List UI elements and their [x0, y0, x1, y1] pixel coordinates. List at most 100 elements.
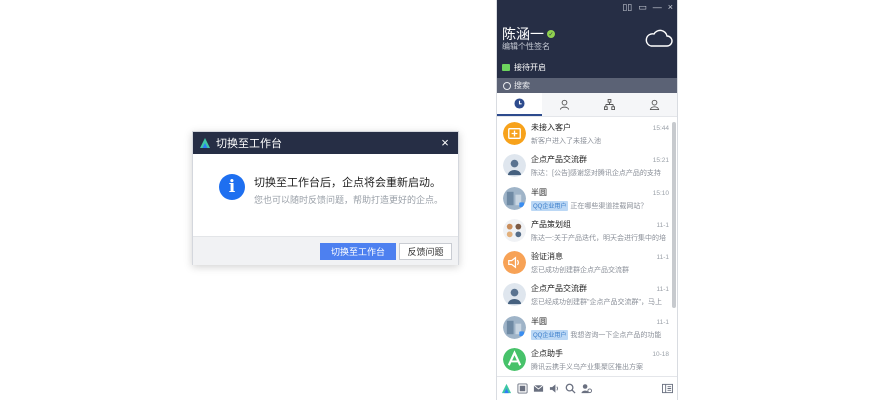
dialog-submessage: 您也可以随时反馈问题，帮助打造更好的企点。 — [254, 195, 444, 205]
conversation-name: 半圆 — [531, 187, 547, 197]
conversation-name: 产品策划组 — [531, 219, 571, 229]
conversation-message: 我想咨询一下企点产品的功能 — [570, 331, 662, 339]
cloud-icon[interactable] — [643, 28, 673, 48]
conversation-name: 企点助手 — [531, 349, 563, 359]
conversation-preview: QQ企业用户 正在哪些渠道挂载网站？ — [531, 200, 669, 211]
enterprise-user-badge: QQ企业用户 — [531, 200, 569, 211]
mail-icon[interactable] — [533, 383, 544, 394]
dialog-titlebar: 切换至工作台 × — [193, 132, 458, 154]
conversation-item[interactable]: 验证消息 11-1 您已成功创建群企点产品交流群 — [497, 246, 673, 278]
clock-icon — [514, 98, 525, 109]
user-photo-avatar-icon — [503, 186, 526, 210]
conversation-item[interactable]: 产品策划组 11-1 陈达一:关于产品迭代，明天会进行集中的培 — [497, 214, 673, 246]
qidian-logo-icon — [200, 138, 210, 148]
user-photo-avatar-icon — [503, 315, 526, 339]
enterprise-user-badge: QQ企业用户 — [531, 329, 569, 340]
conversation-list: 未接入客户 15:44 新客户进入了未接入池 企点产品交流群 15:21 陈达：[公告]感… — [497, 117, 673, 373]
tab-contacts[interactable] — [632, 93, 677, 116]
chat-panel: ▯▯ ▭ — × 陈涵一 ✓ 编辑个性签名 接待开启 搜索 未接入客户 15:4… — [496, 0, 678, 400]
customer-settings-icon[interactable] — [581, 383, 592, 394]
conversation-preview: 您已成功创建群企点产品交流群 — [531, 265, 669, 275]
conversation-message: 陈达：[公告]感谢您对腾讯企点产品的支持 — [531, 170, 661, 178]
conversation-name: 企点产品交流群 — [531, 155, 587, 165]
avatar — [503, 348, 526, 372]
conversation-time: 15:21 — [652, 157, 669, 165]
verification-speaker-icon — [503, 251, 526, 275]
avatar — [503, 218, 526, 242]
conversation-item[interactable]: 企点产品交流群 11-1 您已经成功创建群"企点产品交流群"，马上 — [497, 278, 673, 310]
conversation-item[interactable]: 半圆 11-1 QQ企业用户 我想咨询一下企点产品的功能 — [497, 311, 673, 343]
reception-toggle[interactable]: 接待开启 — [502, 62, 546, 73]
info-icon: i — [219, 174, 245, 200]
bottom-toolbar — [497, 376, 677, 400]
conversation-name: 半圆 — [531, 316, 547, 326]
avatar — [503, 251, 526, 275]
conversation-name: 企点产品交流群 — [531, 284, 587, 294]
conversation-item[interactable]: 未接入客户 15:44 新客户进入了未接入池 — [497, 117, 673, 149]
tab-recent[interactable] — [497, 93, 542, 116]
conversation-message: 您已成功创建群企点产品交流群 — [531, 267, 629, 275]
signature-edit[interactable]: 编辑个性签名 — [502, 41, 550, 52]
close-icon[interactable]: × — [668, 2, 673, 13]
conversation-message: 陈达一:关于产品迭代，明天会进行集中的培 — [531, 234, 666, 242]
conversation-preview: 您已经成功创建群"企点产品交流群"，马上 — [531, 297, 669, 307]
panel-tabs — [497, 93, 677, 117]
app-icon[interactable] — [517, 383, 528, 394]
list-scrollbar[interactable] — [672, 122, 676, 308]
qidian-assistant-icon — [503, 348, 526, 372]
speaker-icon[interactable] — [549, 383, 560, 394]
conversation-name: 验证消息 — [531, 252, 563, 262]
conversation-message: 腾讯云携手义乌产业集聚区推出方案 — [531, 364, 643, 372]
conversation-time: 15:44 — [652, 125, 669, 132]
search-icon — [503, 81, 511, 90]
conversation-item[interactable]: 半圆 15:10 QQ企业用户 正在哪些渠道挂载网站？ — [497, 182, 673, 214]
conversation-time: 11-1 — [656, 286, 669, 294]
conversation-preview: 陈达一:关于产品迭代，明天会进行集中的培 — [531, 233, 669, 243]
dialog-message: 切换至工作台后，企点将会重新启动。 — [254, 177, 441, 189]
conversation-preview: 陈达：[公告]感谢您对腾讯企点产品的支持 — [531, 168, 669, 178]
contact-icon — [649, 99, 660, 110]
conversation-time: 11-1 — [656, 221, 669, 229]
switch-workbench-dialog: 切换至工作台 × i 切换至工作台后，企点将会重新启动。 您也可以随时反馈问题，… — [192, 131, 459, 265]
customer-icon — [559, 99, 570, 110]
tab-customers[interactable] — [542, 93, 587, 116]
conversation-time: 11-1 — [656, 318, 669, 326]
search-icon[interactable] — [565, 383, 576, 394]
panel-toggle-icon[interactable] — [662, 383, 673, 394]
reception-label: 接待开启 — [514, 63, 546, 72]
search-input[interactable]: 搜索 — [497, 78, 677, 93]
conversation-time: 15:10 — [652, 189, 669, 197]
conversation-name: 未接入客户 — [531, 123, 571, 132]
book-icon[interactable]: ▯▯ — [622, 2, 632, 13]
qidian-logo-icon[interactable] — [501, 383, 512, 394]
dialog-close-icon[interactable]: × — [438, 136, 452, 150]
avatar — [503, 186, 526, 210]
user-avatar-icon — [503, 154, 526, 178]
panel-header: ▯▯ ▭ — × 陈涵一 ✓ 编辑个性签名 接待开启 — [497, 0, 677, 78]
group-avatar-icon — [503, 218, 526, 242]
avatar — [503, 315, 526, 339]
conversation-message: 您已经成功创建群"企点产品交流群"，马上 — [531, 299, 662, 307]
tab-organization[interactable] — [587, 93, 632, 116]
conversation-preview: 新客户进入了未接入池 — [531, 136, 669, 146]
dialog-footer: 切换至工作台 反馈问题 — [193, 236, 458, 265]
conversation-item[interactable]: 企点助手 10-18 腾讯云携手义乌产业集聚区推出方案 — [497, 343, 673, 373]
dialog-title: 切换至工作台 — [216, 138, 282, 150]
avatar — [503, 283, 526, 307]
avatar — [503, 154, 526, 178]
customer-inbox-icon — [503, 122, 526, 145]
avatar — [503, 122, 526, 145]
switch-workbench-button[interactable]: 切换至工作台 — [320, 242, 396, 260]
conversation-preview: QQ企业用户 我想咨询一下企点产品的功能 — [531, 329, 669, 340]
online-status-icon[interactable]: ✓ — [547, 30, 555, 38]
conversation-item[interactable]: 企点产品交流群 15:21 陈达：[公告]感谢您对腾讯企点产品的支持 — [497, 149, 673, 181]
window-controls: ▯▯ ▭ — × — [622, 2, 673, 13]
reception-icon — [502, 64, 510, 71]
conversation-message: 正在哪些渠道挂载网站？ — [570, 202, 648, 210]
feedback-button[interactable]: 反馈问题 — [399, 242, 452, 260]
org-tree-icon — [604, 99, 615, 110]
conversation-time: 10-18 — [652, 351, 669, 359]
chat-icon[interactable]: ▭ — [638, 2, 647, 13]
user-avatar-icon — [503, 283, 526, 307]
minimize-icon[interactable]: — — [653, 2, 662, 13]
